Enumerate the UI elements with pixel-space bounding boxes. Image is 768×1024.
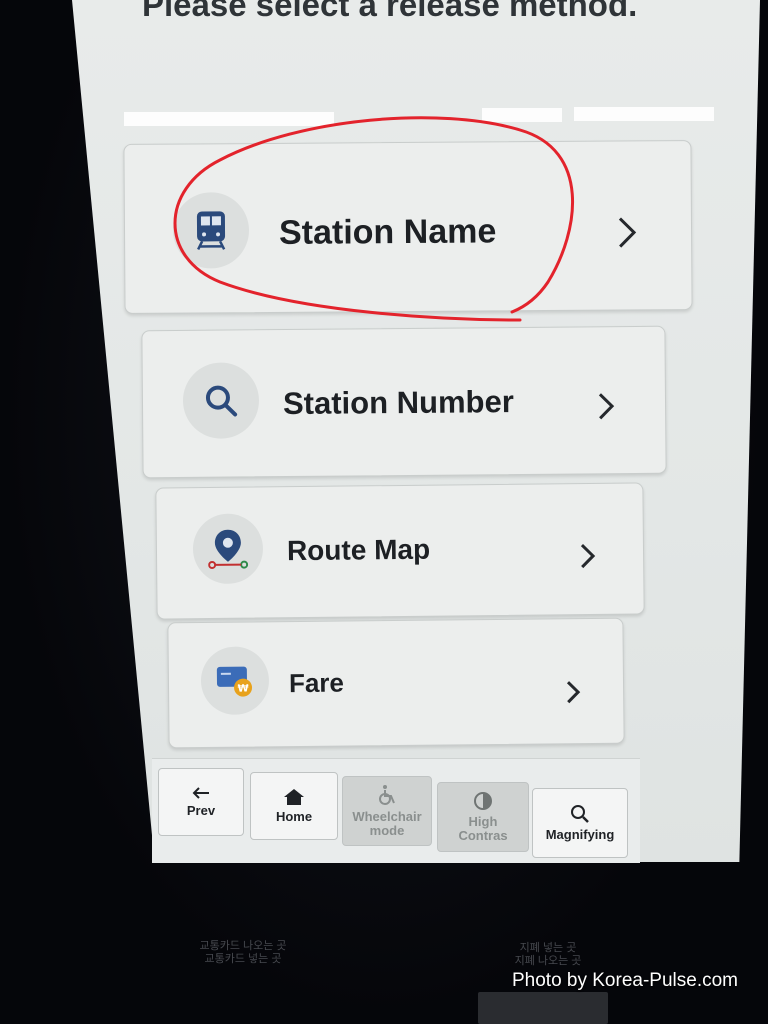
bill-slot-label-line2: 지폐 나오는 곳 bbox=[514, 955, 582, 967]
home-icon bbox=[284, 789, 304, 805]
option-icon-wrap bbox=[192, 513, 264, 585]
screen-glare bbox=[574, 107, 714, 121]
route-map-option[interactable]: Route Map bbox=[155, 482, 645, 620]
screen-glare bbox=[482, 108, 562, 122]
chevron-right-icon bbox=[566, 681, 581, 704]
magnifier-icon bbox=[571, 805, 589, 823]
svg-text:₩: ₩ bbox=[237, 684, 248, 695]
option-icon-wrap: ₩ bbox=[200, 646, 270, 716]
wheelchair-mode-button[interactable]: Wheelchair mode bbox=[342, 776, 432, 846]
bill-slot-label-line1: 지폐 넣는 곳 bbox=[519, 942, 577, 954]
contrast-icon bbox=[474, 792, 492, 810]
map-pin-icon bbox=[208, 529, 249, 569]
screen-glare bbox=[124, 112, 334, 126]
option-icon-wrap bbox=[182, 362, 260, 439]
home-label: Home bbox=[275, 809, 313, 824]
arrow-left-icon bbox=[192, 787, 209, 799]
prev-button[interactable]: Prev bbox=[158, 768, 244, 836]
card-slot-label-line1: 교통카드 나오는 곳 bbox=[199, 940, 287, 952]
option-label: Route Map bbox=[286, 533, 431, 567]
home-button[interactable]: Home bbox=[250, 772, 338, 840]
fare-card-icon: ₩ bbox=[216, 666, 253, 697]
prev-label: Prev bbox=[186, 803, 216, 818]
card-slot-label: 교통카드 나오는 곳 교통카드 넣는 곳 bbox=[178, 940, 308, 966]
option-icon-wrap bbox=[172, 192, 250, 269]
fare-option[interactable]: ₩ Fare bbox=[167, 617, 625, 749]
station-name-option[interactable]: Station Name bbox=[123, 140, 693, 314]
station-number-option[interactable]: Station Number bbox=[141, 325, 667, 479]
wheelchair-label-line2: mode bbox=[369, 823, 405, 838]
train-icon bbox=[196, 211, 226, 251]
bill-slot bbox=[478, 992, 608, 1024]
chevron-right-icon bbox=[580, 544, 596, 569]
chevron-right-icon bbox=[598, 393, 615, 420]
contrast-label-line2: Contras bbox=[458, 828, 508, 843]
magnifying-label: Magnifying bbox=[545, 827, 615, 842]
card-slot-label-line2: 교통카드 넣는 곳 bbox=[204, 953, 282, 965]
chevron-right-icon bbox=[618, 217, 637, 248]
wheelchair-label-line1: Wheelchair bbox=[352, 809, 422, 824]
option-label: Fare bbox=[288, 667, 345, 699]
page-title: Please select a release method. bbox=[142, 0, 638, 23]
contrast-label-line1: High bbox=[468, 814, 498, 829]
search-icon bbox=[205, 385, 238, 417]
option-label: Station Name bbox=[278, 212, 497, 252]
high-contrast-button[interactable]: High Contras bbox=[437, 782, 529, 852]
bill-slot-label: 지폐 넣는 곳 지폐 나오는 곳 bbox=[498, 942, 598, 968]
option-label: Station Number bbox=[282, 384, 514, 422]
wheelchair-icon bbox=[379, 785, 395, 805]
magnifying-button[interactable]: Magnifying bbox=[532, 788, 628, 858]
photo-credit: Photo by Korea-Pulse.com bbox=[511, 970, 738, 991]
